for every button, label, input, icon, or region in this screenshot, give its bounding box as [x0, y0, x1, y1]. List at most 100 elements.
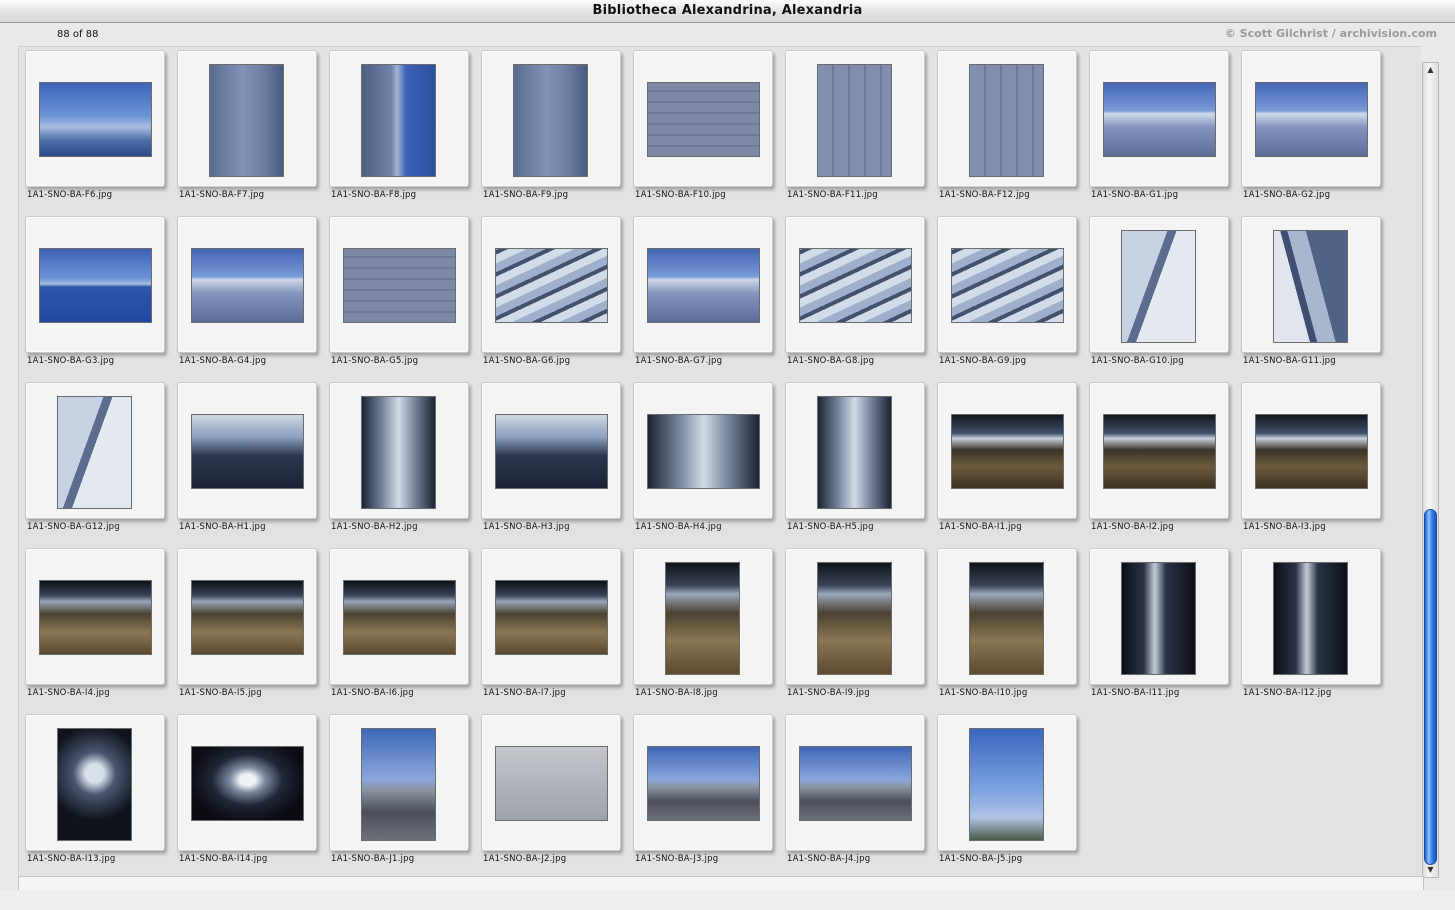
- slide-mount[interactable]: [329, 382, 469, 519]
- thumbnail-image[interactable]: [647, 414, 760, 489]
- thumbnail-image[interactable]: [39, 580, 152, 655]
- slide-mount[interactable]: [25, 216, 165, 353]
- slide-mount[interactable]: [177, 382, 317, 519]
- thumbnail-image[interactable]: [343, 580, 456, 655]
- thumbnail-image[interactable]: [1255, 82, 1368, 157]
- thumbnail-image[interactable]: [495, 414, 608, 489]
- thumbnail-item[interactable]: 1A1-SNO-BA-H5.jpg: [779, 379, 931, 545]
- thumbnail-image[interactable]: [1273, 230, 1348, 343]
- thumbnail-item[interactable]: 1A1-SNO-BA-F9.jpg: [475, 47, 627, 213]
- slide-mount[interactable]: [937, 216, 1077, 353]
- thumbnail-item[interactable]: 1A1-SNO-BA-H4.jpg: [627, 379, 779, 545]
- slide-mount[interactable]: [1241, 382, 1381, 519]
- thumbnail-item[interactable]: 1A1-SNO-BA-I3.jpg: [1235, 379, 1387, 545]
- thumbnail-image[interactable]: [57, 728, 132, 841]
- thumbnail-image[interactable]: [817, 396, 892, 509]
- slide-mount[interactable]: [329, 548, 469, 685]
- thumbnail-item[interactable]: 1A1-SNO-BA-G8.jpg: [779, 213, 931, 379]
- thumbnail-item[interactable]: 1A1-SNO-BA-G1.jpg: [1083, 47, 1235, 213]
- thumbnail-item[interactable]: 1A1-SNO-BA-G11.jpg: [1235, 213, 1387, 379]
- slide-mount[interactable]: [937, 382, 1077, 519]
- thumbnail-image[interactable]: [191, 248, 304, 323]
- thumbnail-item[interactable]: 1A1-SNO-BA-I8.jpg: [627, 545, 779, 711]
- thumbnail-image[interactable]: [495, 248, 608, 323]
- slide-mount[interactable]: [25, 548, 165, 685]
- slide-mount[interactable]: [1241, 50, 1381, 187]
- slide-mount[interactable]: [329, 714, 469, 851]
- slide-mount[interactable]: [25, 714, 165, 851]
- thumbnail-image[interactable]: [969, 64, 1044, 177]
- thumbnail-image[interactable]: [191, 414, 304, 489]
- horizontal-scrollbar[interactable]: [18, 876, 1424, 891]
- thumbnail-item[interactable]: 1A1-SNO-BA-F7.jpg: [171, 47, 323, 213]
- slide-mount[interactable]: [785, 548, 925, 685]
- slide-mount[interactable]: [481, 382, 621, 519]
- scrollbar-thumb[interactable]: [1424, 509, 1437, 865]
- slide-mount[interactable]: [1089, 50, 1229, 187]
- thumbnail-item[interactable]: 1A1-SNO-BA-I14.jpg: [171, 711, 323, 877]
- slide-mount[interactable]: [1089, 216, 1229, 353]
- thumbnail-item[interactable]: 1A1-SNO-BA-G2.jpg: [1235, 47, 1387, 213]
- vertical-scrollbar[interactable]: ▲ ▼: [1422, 62, 1439, 878]
- thumbnail-image[interactable]: [647, 248, 760, 323]
- thumbnail-image[interactable]: [799, 248, 912, 323]
- thumbnail-image[interactable]: [39, 248, 152, 323]
- thumbnail-item[interactable]: 1A1-SNO-BA-I7.jpg: [475, 545, 627, 711]
- thumbnail-item[interactable]: 1A1-SNO-BA-G12.jpg: [19, 379, 171, 545]
- slide-mount[interactable]: [785, 50, 925, 187]
- thumbnail-image[interactable]: [1255, 414, 1368, 489]
- slide-mount[interactable]: [481, 714, 621, 851]
- slide-mount[interactable]: [633, 548, 773, 685]
- thumbnail-view[interactable]: 1A1-SNO-BA-F6.jpg 1A1-SNO-BA-F7.jpg 1A1-SN…: [18, 46, 1421, 889]
- thumbnail-image[interactable]: [57, 396, 132, 509]
- thumbnail-item[interactable]: 1A1-SNO-BA-J1.jpg: [323, 711, 475, 877]
- thumbnail-image[interactable]: [495, 746, 608, 821]
- thumbnail-item[interactable]: 1A1-SNO-BA-G6.jpg: [475, 213, 627, 379]
- slide-mount[interactable]: [329, 216, 469, 353]
- slide-mount[interactable]: [25, 382, 165, 519]
- thumbnail-image[interactable]: [969, 562, 1044, 675]
- slide-mount[interactable]: [633, 50, 773, 187]
- slide-mount[interactable]: [633, 714, 773, 851]
- thumbnail-image[interactable]: [799, 746, 912, 821]
- thumbnail-item[interactable]: 1A1-SNO-BA-I11.jpg: [1083, 545, 1235, 711]
- slide-mount[interactable]: [633, 382, 773, 519]
- slide-mount[interactable]: [633, 216, 773, 353]
- thumbnail-item[interactable]: 1A1-SNO-BA-H2.jpg: [323, 379, 475, 545]
- thumbnail-item[interactable]: 1A1-SNO-BA-G9.jpg: [931, 213, 1083, 379]
- thumbnail-item[interactable]: 1A1-SNO-BA-F6.jpg: [19, 47, 171, 213]
- thumbnail-image[interactable]: [361, 728, 436, 841]
- slide-mount[interactable]: [177, 216, 317, 353]
- thumbnail-item[interactable]: 1A1-SNO-BA-I12.jpg: [1235, 545, 1387, 711]
- slide-mount[interactable]: [1089, 548, 1229, 685]
- slide-mount[interactable]: [785, 382, 925, 519]
- thumbnail-image[interactable]: [495, 580, 608, 655]
- thumbnail-item[interactable]: 1A1-SNO-BA-G7.jpg: [627, 213, 779, 379]
- thumbnail-image[interactable]: [951, 248, 1064, 323]
- thumbnail-item[interactable]: 1A1-SNO-BA-H1.jpg: [171, 379, 323, 545]
- scroll-up-icon[interactable]: ▲: [1424, 63, 1437, 77]
- thumbnail-image[interactable]: [343, 248, 456, 323]
- thumbnail-image[interactable]: [817, 562, 892, 675]
- slide-mount[interactable]: [329, 50, 469, 187]
- thumbnail-item[interactable]: 1A1-SNO-BA-I6.jpg: [323, 545, 475, 711]
- thumbnail-image[interactable]: [1121, 230, 1196, 343]
- thumbnail-item[interactable]: 1A1-SNO-BA-I1.jpg: [931, 379, 1083, 545]
- thumbnail-item[interactable]: 1A1-SNO-BA-I4.jpg: [19, 545, 171, 711]
- slide-mount[interactable]: [937, 50, 1077, 187]
- thumbnail-image[interactable]: [951, 414, 1064, 489]
- thumbnail-image[interactable]: [513, 64, 588, 177]
- thumbnail-item[interactable]: 1A1-SNO-BA-G10.jpg: [1083, 213, 1235, 379]
- thumbnail-item[interactable]: 1A1-SNO-BA-H3.jpg: [475, 379, 627, 545]
- thumbnail-image[interactable]: [647, 82, 760, 157]
- thumbnail-image[interactable]: [1103, 82, 1216, 157]
- slide-mount[interactable]: [481, 216, 621, 353]
- thumbnail-image[interactable]: [647, 746, 760, 821]
- slide-mount[interactable]: [1089, 382, 1229, 519]
- thumbnail-item[interactable]: 1A1-SNO-BA-J4.jpg: [779, 711, 931, 877]
- slide-mount[interactable]: [177, 50, 317, 187]
- thumbnail-image[interactable]: [209, 64, 284, 177]
- slide-mount[interactable]: [481, 50, 621, 187]
- thumbnail-item[interactable]: 1A1-SNO-BA-F12.jpg: [931, 47, 1083, 213]
- slide-mount[interactable]: [785, 216, 925, 353]
